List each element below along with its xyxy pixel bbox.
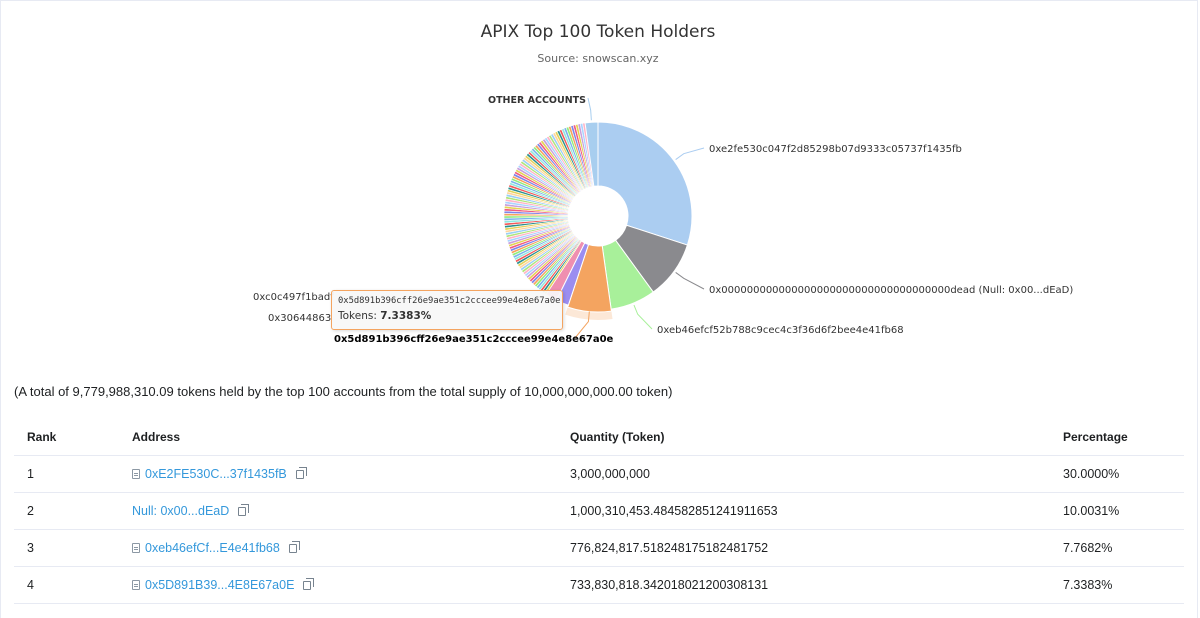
contract-file-icon bbox=[132, 469, 140, 479]
rank-cell: 1 bbox=[14, 455, 119, 493]
table-header-row: Rank Address Quantity (Token) Percentage bbox=[14, 418, 1184, 456]
quantity-cell: 1,000,310,453.484582851241911653 bbox=[557, 492, 1050, 530]
tooltip-line: Tokens: 7.3383% bbox=[338, 310, 556, 322]
quantity-cell: 3,000,000,000 bbox=[557, 455, 1050, 493]
slice-label-0xe2fe: 0xe2fe530c047f2d85298b07d9333c05737f1435… bbox=[709, 144, 962, 155]
contract-file-icon bbox=[132, 580, 140, 590]
chart-subtitle: Source: snowscan.xyz bbox=[537, 52, 658, 65]
address-link[interactable]: 0x5D891B39...4E8E67a0E bbox=[145, 578, 294, 592]
table-row: 3 0xeb46efCf...E4e41fb68 776,824,817.518… bbox=[14, 529, 1184, 567]
quantity-cell: 776,824,817.518248175182481752 bbox=[557, 529, 1050, 567]
header-percentage: Percentage bbox=[1050, 418, 1184, 456]
tooltip-label: Tokens: bbox=[338, 310, 377, 322]
address-cell: Null: 0x00...dEaD bbox=[119, 492, 557, 530]
contract-file-icon bbox=[132, 543, 140, 553]
header-quantity: Quantity (Token) bbox=[557, 418, 1050, 456]
holders-table: Rank Address Quantity (Token) Percentage… bbox=[14, 418, 1184, 604]
header-rank: Rank bbox=[14, 418, 119, 456]
rank-cell: 2 bbox=[14, 492, 119, 530]
table-row: 1 0xE2FE530C...37f1435fB 3,000,000,000 3… bbox=[14, 455, 1184, 493]
tooltip-address: 0x5d891b396cff26e9ae351c2cccee99e4e8e67a… bbox=[338, 296, 561, 306]
address-cell: 0xE2FE530C...37f1435fB bbox=[119, 455, 557, 493]
slice-label-0x3064: 0x30644863 bbox=[268, 313, 331, 324]
percentage-cell: 7.7682% bbox=[1050, 529, 1184, 567]
slice-connector-line bbox=[633, 304, 653, 330]
copy-icon[interactable] bbox=[238, 504, 250, 516]
slice-connector-line bbox=[675, 147, 705, 160]
holders-chart: APIX Top 100 Token Holders Source: snows… bbox=[0, 0, 1200, 360]
slice-label-0xeb46: 0xeb46efcf52b788c9cec4c3f36d6f2bee4e41fb… bbox=[657, 325, 904, 336]
percentage-cell: 7.3383% bbox=[1050, 566, 1184, 604]
rank-cell: 4 bbox=[14, 566, 119, 604]
table-row: 4 0x5D891B39...4E8E67a0E 733,830,818.342… bbox=[14, 566, 1184, 604]
percentage-cell: 30.0000% bbox=[1050, 455, 1184, 493]
address-link[interactable]: Null: 0x00...dEaD bbox=[132, 504, 229, 518]
table-row: 2 Null: 0x00...dEaD 1,000,310,453.484582… bbox=[14, 492, 1184, 530]
quantity-cell: 733,830,818.342018021200308131 bbox=[557, 566, 1050, 604]
slice-label-other-accounts: OTHER ACCOUNTS bbox=[488, 95, 586, 106]
slice-label-null-dead: 0x000000000000000000000000000000000000de… bbox=[709, 285, 1073, 296]
chart-tooltip: 0x5d891b396cff26e9ae351c2cccee99e4e8e67a… bbox=[331, 290, 563, 330]
chart-title: APIX Top 100 Token Holders bbox=[481, 22, 716, 42]
copy-icon[interactable] bbox=[288, 541, 300, 553]
donut-slice[interactable] bbox=[597, 121, 693, 246]
tooltip-value: 7.3383% bbox=[380, 310, 432, 322]
holders-summary: (A total of 9,779,988,310.09 tokens held… bbox=[14, 384, 673, 399]
address-link[interactable]: 0xeb46efCf...E4e41fb68 bbox=[145, 541, 280, 555]
slice-connector-line bbox=[587, 97, 592, 121]
address-cell: 0xeb46efCf...E4e41fb68 bbox=[119, 529, 557, 567]
address-cell: 0x5D891B39...4E8E67a0E bbox=[119, 566, 557, 604]
header-address: Address bbox=[119, 418, 557, 456]
rank-cell: 3 bbox=[14, 529, 119, 567]
slice-connector-line bbox=[675, 272, 705, 290]
address-link[interactable]: 0xE2FE530C...37f1435fB bbox=[145, 467, 287, 481]
percentage-cell: 10.0031% bbox=[1050, 492, 1184, 530]
copy-icon[interactable] bbox=[295, 467, 307, 479]
slice-label-0x5d89: 0x5d891b396cff26e9ae351c2cccee99e4e8e67a… bbox=[334, 334, 614, 345]
donut-chart-svg: APIX Top 100 Token Holders Source: snows… bbox=[253, 22, 1073, 345]
slice-label-0xc0c4: 0xc0c497f1badf bbox=[253, 292, 334, 303]
copy-icon[interactable] bbox=[303, 578, 315, 590]
